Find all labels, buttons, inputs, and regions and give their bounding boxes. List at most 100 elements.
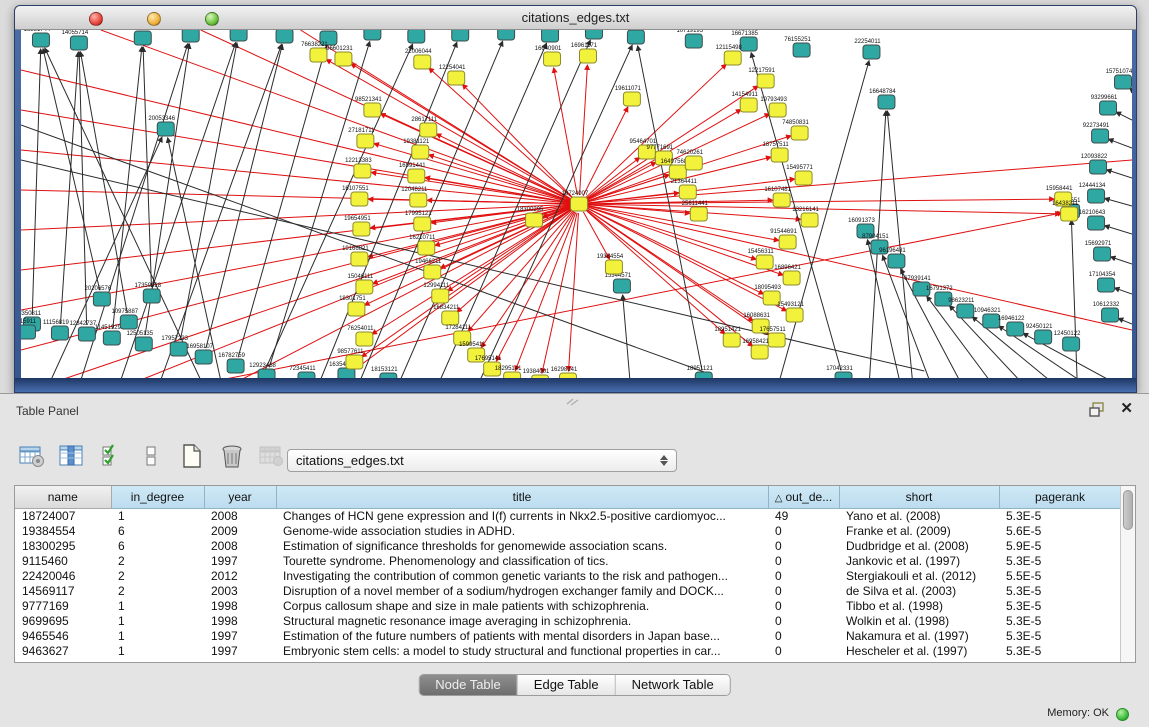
graph-node[interactable]: 93315911 <box>21 319 37 339</box>
graph-node[interactable]: 19384554 <box>597 254 624 274</box>
graph-node[interactable]: 12505135 <box>126 331 153 351</box>
graph-node[interactable]: 96601231 <box>326 46 353 66</box>
citation-edge[interactable] <box>883 255 930 380</box>
graph-node[interactable]: 91544691 <box>770 229 797 249</box>
citation-edge[interactable] <box>623 295 630 380</box>
new-column-icon[interactable] <box>176 441 208 471</box>
table-cell[interactable]: 2012 <box>204 568 276 583</box>
table-cell[interactable]: 6 <box>111 523 204 538</box>
graph-node[interactable]: 93299661 <box>1091 95 1118 115</box>
close-icon[interactable]: ✕ <box>1120 399 1133 417</box>
graph-node[interactable]: 12217591 <box>748 68 775 88</box>
graph-node[interactable]: 12254041 <box>439 65 466 85</box>
table-cell[interactable]: 5.3E-5 <box>999 553 1120 568</box>
table-row[interactable]: 977716911998Corpus callosum shape and si… <box>15 598 1120 613</box>
citation-edge[interactable] <box>320 42 456 380</box>
unselect-all-icon[interactable] <box>136 441 168 471</box>
citation-edge-red[interactable] <box>588 204 1060 214</box>
table-cell[interactable]: 19384554 <box>15 523 111 538</box>
table-cell[interactable]: 2009 <box>204 523 276 538</box>
citation-edge[interactable] <box>80 52 127 313</box>
graph-node[interactable]: 12444134 <box>1079 183 1106 203</box>
graph-node[interactable]: 17957233 <box>161 336 188 356</box>
table-cell[interactable]: Corpus callosum shape and size in male p… <box>276 598 768 613</box>
table-cell[interactable]: 5.3E-5 <box>999 583 1120 598</box>
graph-node[interactable]: 10612332 <box>1093 302 1120 322</box>
table-cell[interactable]: Genome-wide association studies in ADHD. <box>276 523 768 538</box>
table-cell[interactable]: 0 <box>768 613 839 628</box>
citation-edge-red[interactable] <box>457 210 572 312</box>
graph-node[interactable]: 15692971 <box>1085 241 1112 261</box>
table-scrollbar-thumb[interactable] <box>1123 490 1133 530</box>
graph-node[interactable]: 18951421 <box>714 327 741 347</box>
citation-edge[interactable] <box>143 47 151 287</box>
graph-node[interactable]: 92273491 <box>1083 123 1110 143</box>
table-cell[interactable]: 1997 <box>204 553 276 568</box>
table-selector-dropdown[interactable]: citations_edges.txt <box>287 449 677 472</box>
graph-node[interactable]: 98521341 <box>355 97 382 117</box>
table-cell[interactable]: Tourette syndrome. Phenomenology and cla… <box>276 553 768 568</box>
table-scrollbar[interactable] <box>1120 486 1135 662</box>
delete-table-icon[interactable] <box>256 441 288 471</box>
citation-edge-red[interactable] <box>569 213 579 371</box>
table-cell[interactable]: Yano et al. (2008) <box>839 508 999 523</box>
citation-edge-red[interactable] <box>21 205 570 270</box>
citation-edge[interactable] <box>1116 112 1132 120</box>
show-columns-icon[interactable] <box>56 441 88 471</box>
table-cell[interactable]: 9115460 <box>15 553 111 568</box>
graph-node[interactable]: 81303041 <box>489 30 516 40</box>
graph-node[interactable]: 95464621 <box>443 30 470 41</box>
citation-edge-red[interactable] <box>554 68 578 195</box>
table-cell[interactable]: Changes of HCN gene expression and I(f) … <box>276 508 768 523</box>
table-cell[interactable]: 1 <box>111 508 204 523</box>
graph-node[interactable]: 20206576 <box>85 286 112 306</box>
table-cell[interactable]: 5.9E-5 <box>999 538 1120 553</box>
citation-edge[interactable] <box>1108 139 1132 148</box>
citation-edge-red[interactable] <box>587 114 769 200</box>
citation-edge[interactable] <box>887 111 912 380</box>
table-cell[interactable]: 2003 <box>204 583 276 598</box>
table-cell[interactable]: 0 <box>768 628 839 643</box>
graph-node[interactable]: 16648784 <box>869 89 896 109</box>
citation-edge-red[interactable] <box>588 199 1054 204</box>
table-cell[interactable]: 0 <box>768 538 839 553</box>
graph-node[interactable]: 16961171 <box>571 43 598 63</box>
citation-edge-red[interactable] <box>436 134 571 200</box>
graph-node[interactable]: 12450122 <box>1054 331 1081 351</box>
graph-node[interactable]: 17104354 <box>1089 272 1116 292</box>
graph-node[interactable]: 16958421 <box>742 339 769 359</box>
citation-edge-red[interactable] <box>429 155 571 201</box>
table-cell[interactable]: Tibbo et al. (1998) <box>839 598 999 613</box>
table-cell[interactable]: 0 <box>768 523 839 538</box>
citation-edge[interactable] <box>1105 226 1132 234</box>
graph-node[interactable]: 16991441 <box>399 163 426 183</box>
citation-edge-red[interactable] <box>583 107 628 196</box>
table-cell[interactable]: Dudbridge et al. (2008) <box>839 538 999 553</box>
graph-node[interactable]: 10653287 <box>221 30 248 41</box>
graph-node[interactable]: 18130344 <box>355 30 382 40</box>
citation-edge-red[interactable] <box>21 204 570 230</box>
graph-node[interactable]: 16782759 <box>218 353 245 373</box>
graph-node[interactable]: 13216141 <box>792 207 819 227</box>
citation-edge[interactable] <box>79 52 86 325</box>
citation-edge-red[interactable] <box>481 211 574 347</box>
table-cell[interactable]: Nakamura et al. (1997) <box>839 628 999 643</box>
column-header-in_degree[interactable]: in_degree <box>111 486 204 508</box>
graph-node[interactable]: 15344571 <box>605 273 632 293</box>
table-row[interactable]: 1938455462009Genome-wide association stu… <box>15 523 1120 538</box>
table-cell[interactable]: 0 <box>768 643 839 658</box>
citation-edge[interactable] <box>32 49 40 315</box>
table-row[interactable]: 969969511998Structural magnetic resonanc… <box>15 613 1120 628</box>
graph-node[interactable]: 16107551 <box>342 186 369 206</box>
table-cell[interactable]: 1997 <box>204 643 276 658</box>
table-row[interactable]: 946554611997Estimation of the future num… <box>15 628 1120 643</box>
table-cell[interactable]: 0 <box>768 583 839 598</box>
network-canvas[interactable]: 1838174414055714208914062208346810653287… <box>21 30 1132 380</box>
tab-node-table[interactable]: Node Table <box>419 675 517 695</box>
citation-edge[interactable] <box>43 49 100 290</box>
citation-edge-red[interactable] <box>21 190 570 204</box>
table-cell[interactable]: 18724007 <box>15 508 111 523</box>
window-titlebar[interactable]: citations_edges.txt <box>15 6 1136 30</box>
table-cell[interactable]: 1998 <box>204 598 276 613</box>
graph-node[interactable]: 15495771 <box>786 165 813 185</box>
